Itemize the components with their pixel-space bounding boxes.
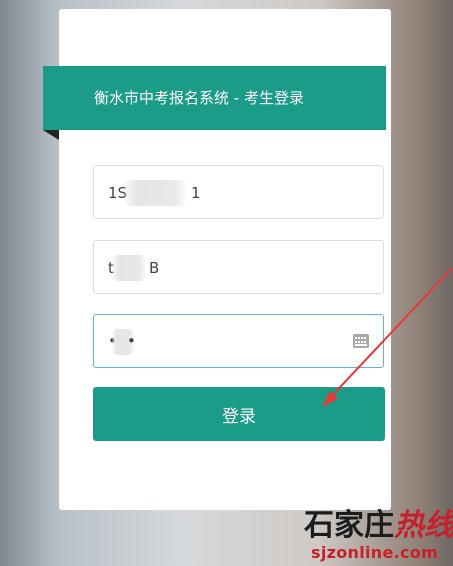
arrow-head <box>322 391 338 407</box>
arrow-shaft <box>327 267 453 401</box>
watermark-red-text: 热线 <box>394 508 453 543</box>
watermark-url: sjzonline.com <box>311 543 439 562</box>
watermark-logo: 石家庄热线 <box>304 509 453 543</box>
watermark-dark-text: 石家庄 <box>304 508 394 543</box>
annotation-arrow <box>322 267 453 407</box>
